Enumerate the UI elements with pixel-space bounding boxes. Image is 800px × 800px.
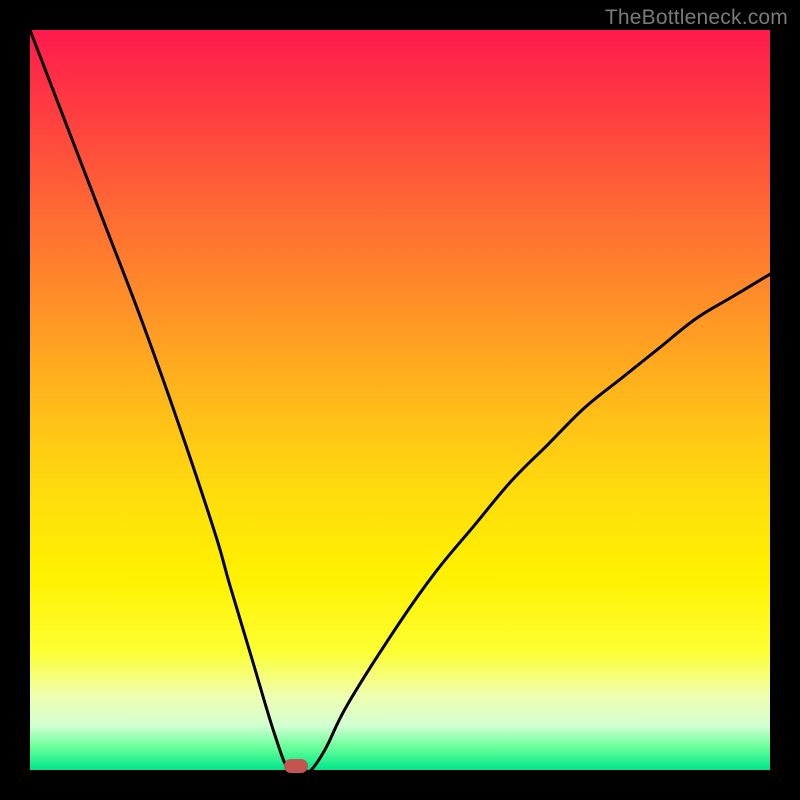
- bottleneck-curve: [30, 30, 770, 770]
- watermark-text: TheBottleneck.com: [605, 6, 788, 30]
- chart-frame: TheBottleneck.com: [0, 0, 800, 800]
- optimal-point-marker: [284, 759, 308, 773]
- curve-svg: [30, 30, 770, 770]
